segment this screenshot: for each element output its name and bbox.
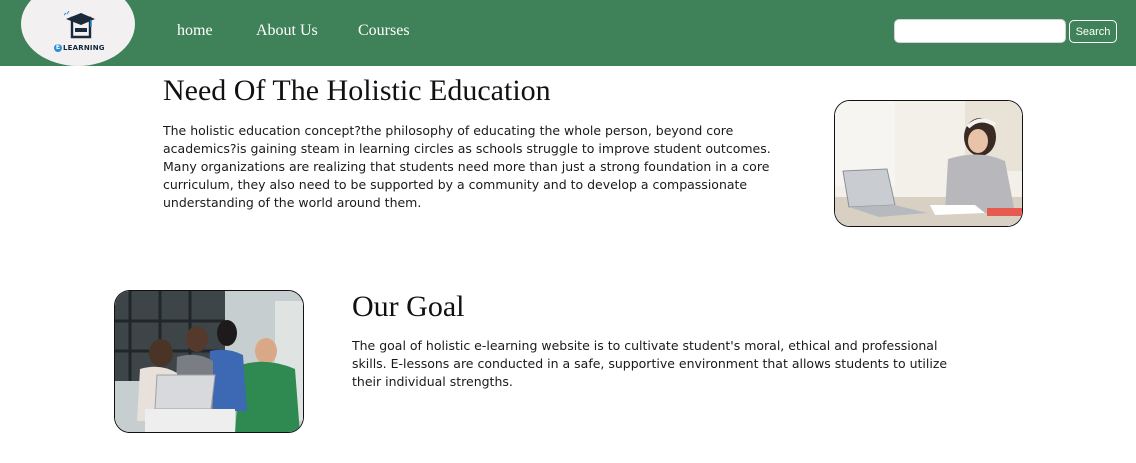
students-with-laptop-photo [114,290,304,433]
logo-e-badge: E [54,44,62,52]
logo-wordmark: E LEARNING [54,44,105,52]
nav-link-home[interactable]: home [177,22,213,40]
student-studying-photo [834,100,1023,227]
logo-label: LEARNING [63,44,105,52]
search-input[interactable] [894,19,1066,43]
graduation-cap-icon [64,11,95,39]
nav-link-about-us[interactable]: About Us [256,22,318,40]
search-button[interactable]: Search [1069,20,1117,43]
section-text-holistic-education: The holistic education concept?the philo… [163,123,771,210]
site-logo[interactable]: E LEARNING [21,0,135,66]
section-title-holistic-education: Need Of The Holistic Education [163,74,551,107]
nav-link-courses[interactable]: Courses [358,22,410,40]
section-title-our-goal: Our Goal [352,290,465,323]
navbar: E LEARNING home About Us Courses Search [0,0,1136,66]
section-text-our-goal: The goal of holistic e-learning website … [352,338,948,389]
